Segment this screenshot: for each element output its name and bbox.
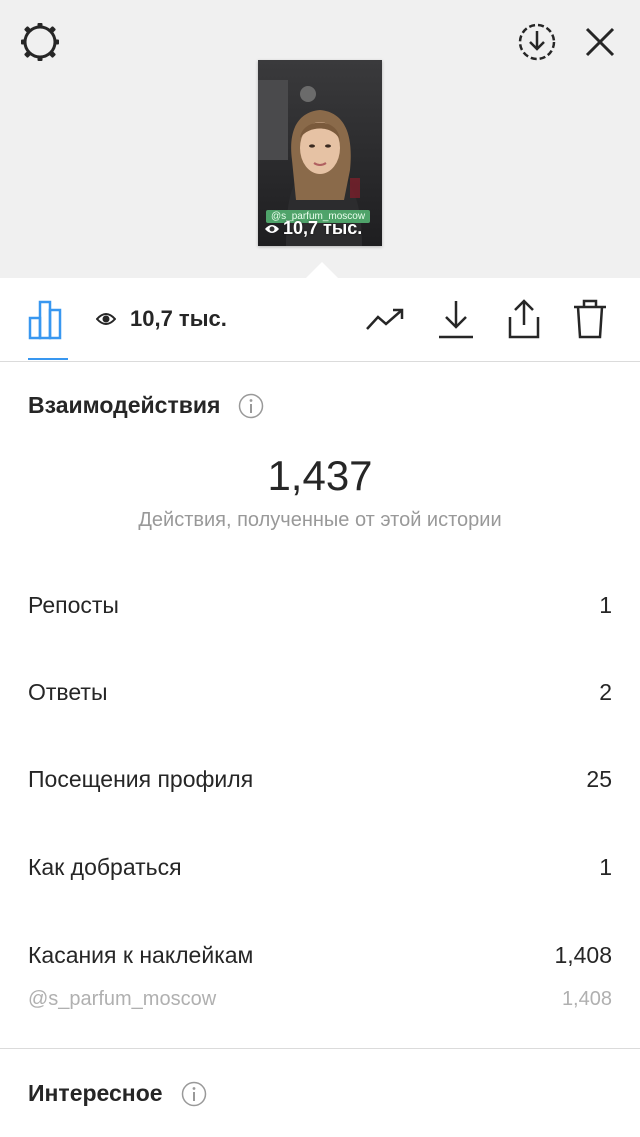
bar-chart-icon[interactable] <box>26 296 70 342</box>
metric-row: Посещения профиля 25 <box>28 766 612 793</box>
metric-value: 1,408 <box>554 942 612 968</box>
metric-label: Как добраться <box>28 854 182 880</box>
sticker-label: @s_parfum_moscow <box>28 988 217 1010</box>
metric-label: Касания к наклейкам <box>28 942 254 968</box>
thumbnail-views: 10,7 тыс. <box>264 218 362 239</box>
metric-label: Посещения профиля <box>28 766 254 792</box>
info-icon[interactable] <box>238 393 264 419</box>
gear-icon[interactable] <box>18 20 62 64</box>
story-toolbar: 10,7 тыс. <box>0 278 640 362</box>
views-count-text: 10,7 тыс. <box>130 306 227 331</box>
metric-value: 1 <box>599 592 612 618</box>
metric-row: Как добраться 1 <box>28 854 612 881</box>
metric-row: Касания к наклейкам 1,408 <box>28 942 612 969</box>
discovery-header: Интересное <box>28 1080 207 1107</box>
discovery-title: Интересное <box>28 1080 163 1106</box>
metric-value: 1 <box>599 854 612 880</box>
metric-label: Репосты <box>28 592 119 618</box>
eye-icon <box>265 224 279 233</box>
story-thumbnail[interactable]: @s_parfum_moscow 10,7 тыс. <box>258 60 382 246</box>
interactions-total: 1,437 <box>267 452 373 499</box>
download-icon[interactable] <box>434 296 478 342</box>
close-icon[interactable] <box>578 20 622 64</box>
metric-value: 25 <box>586 766 612 792</box>
download-circle-icon[interactable] <box>514 20 560 64</box>
eye-icon <box>96 313 116 325</box>
info-icon[interactable] <box>181 1081 207 1107</box>
metric-row: Репосты 1 <box>28 592 612 619</box>
section-divider <box>0 1048 640 1049</box>
trend-icon[interactable] <box>364 296 408 342</box>
metric-row: Ответы 2 <box>28 679 612 706</box>
share-icon[interactable] <box>502 296 546 342</box>
interactions-title: Взаимодействия <box>28 392 221 418</box>
story-preview-area: @s_parfum_moscow 10,7 тыс. <box>0 0 640 278</box>
interactions-header: Взаимодействия <box>28 392 264 419</box>
thumbnail-pointer <box>306 262 338 278</box>
interactions-caption: Действия, полученные от этой истории <box>138 509 502 531</box>
trash-icon[interactable] <box>568 296 612 342</box>
views-count: 10,7 тыс. <box>96 306 227 332</box>
active-tab-indicator <box>28 358 68 360</box>
metric-value: 2 <box>599 679 612 705</box>
metric-label: Ответы <box>28 679 108 705</box>
thumbnail-views-text: 10,7 тыс. <box>283 218 363 238</box>
sticker-value: 1,408 <box>561 988 612 1010</box>
sticker-row: @s_parfum_moscow 1,408 <box>28 988 612 1011</box>
